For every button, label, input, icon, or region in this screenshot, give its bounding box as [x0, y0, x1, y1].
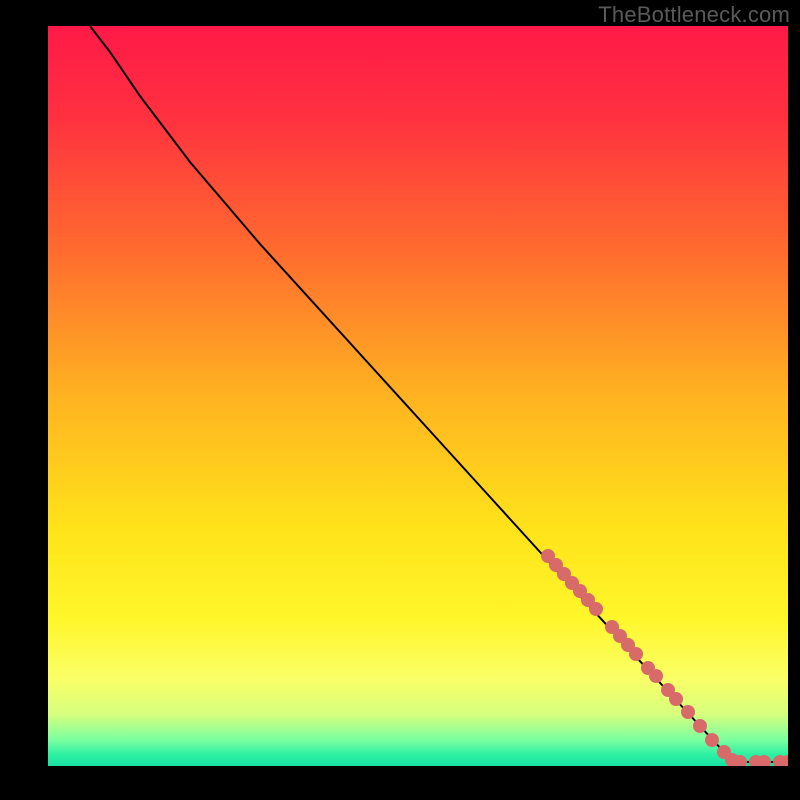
data-point: [705, 733, 719, 747]
bottleneck-chart: [0, 0, 800, 800]
data-point: [781, 755, 795, 769]
data-point: [693, 719, 707, 733]
data-point: [649, 669, 663, 683]
watermark-text: TheBottleneck.com: [598, 2, 790, 28]
chart-container: TheBottleneck.com: [0, 0, 800, 800]
data-point: [669, 692, 683, 706]
gradient-background: [48, 26, 788, 766]
data-point: [681, 705, 695, 719]
data-point: [589, 602, 603, 616]
data-point: [629, 647, 643, 661]
data-point: [733, 755, 747, 769]
data-point: [757, 755, 771, 769]
